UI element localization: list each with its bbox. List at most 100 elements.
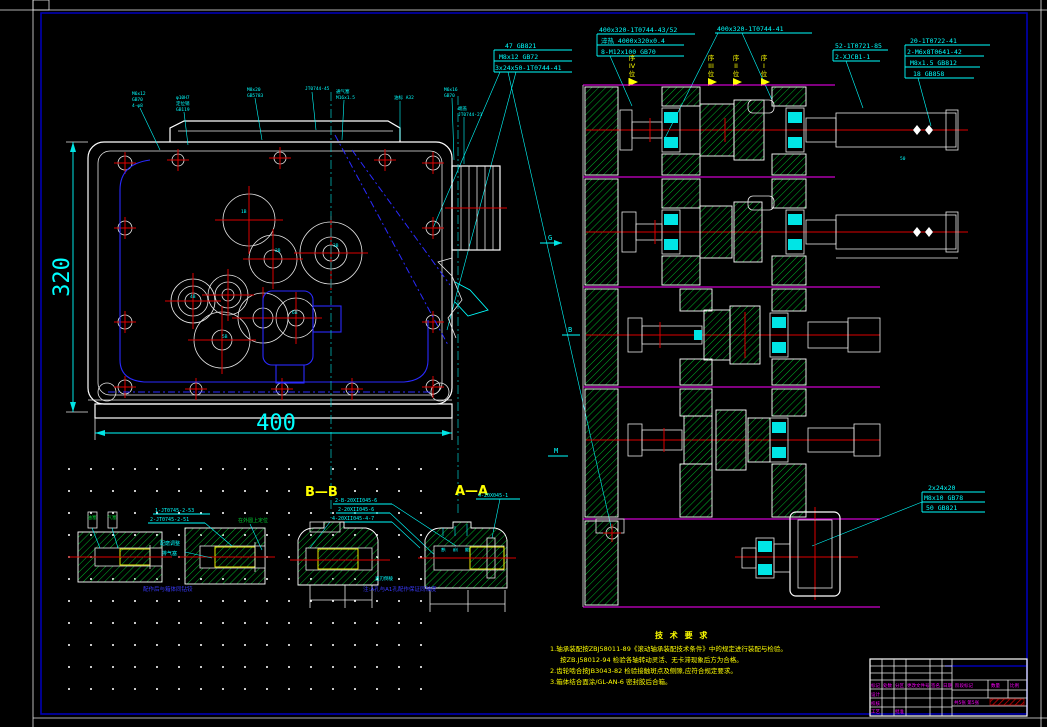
- shaft-band-1: 50: [586, 99, 968, 162]
- shaft-band-3: [586, 305, 881, 365]
- dim-400: 400: [94, 411, 453, 440]
- svg-text:III: III: [708, 62, 714, 70]
- svg-text:2.齿轮啮合按JB3043-82 检验接触斑点及侧隙,应符合: 2.齿轮啮合按JB3043-82 检验接触斑点及侧隙,应符合规定要求。: [550, 666, 737, 675]
- svg-text:400: 400: [256, 411, 296, 436]
- svg-text:M16x1.5: M16x1.5: [336, 95, 355, 101]
- svg-text:M: M: [554, 447, 558, 455]
- gear-circles: [165, 186, 368, 374]
- title-block: 标记 处数 分区 更改文件号 签名 日期 设计 校核 工艺 批准 阶段标记 数量…: [869, 658, 1028, 717]
- marker-III: 序 III 位: [708, 53, 717, 86]
- svg-text:排气塞: 排气塞: [162, 550, 177, 557]
- svg-text:M8x1.5 GB812: M8x1.5 GB812: [910, 59, 957, 67]
- section-view: 50 G B M: [540, 84, 968, 608]
- svg-text:2B: 2B: [275, 248, 281, 254]
- svg-text:φ10H7: φ10H7: [176, 95, 190, 101]
- svg-text:1B: 1B: [241, 209, 247, 215]
- svg-text:M8x10 GB78: M8x10 GB78: [924, 494, 963, 502]
- svg-text:3.箱体结合面涂/GL-AN-6 密封胶后合箱。: 3.箱体结合面涂/GL-AN-6 密封胶后合箱。: [550, 677, 672, 686]
- svg-text:配作后与箱体同钻铰: 配作后与箱体同钻铰: [143, 585, 193, 593]
- svg-text:设计: 设计: [871, 691, 880, 698]
- svg-text:IV: IV: [629, 62, 636, 70]
- svg-text:1-JT0745-2-53: 1-JT0745-2-53: [155, 508, 194, 514]
- svg-text:400x320-1T0744-41: 400x320-1T0744-41: [717, 25, 784, 33]
- svg-text:2-XJCB1-1: 2-XJCB1-1: [835, 53, 870, 61]
- svg-text:20-1T0722-41: 20-1T0722-41: [910, 37, 957, 45]
- inner-wall-blue: [108, 134, 451, 393]
- svg-text:M6x12: M6x12: [132, 91, 146, 97]
- inner-border: [40, 12, 1028, 715]
- revision-hatch-cell: [989, 698, 1025, 706]
- svg-text:5B: 5B: [222, 334, 228, 340]
- svg-text:垫: 垫: [452, 547, 459, 552]
- plan-tiny-labels: M6x12 GB70 4-φ8 φ10H7 定位销 GB119 M8x20 GB…: [132, 86, 483, 164]
- svg-text:弹: 弹: [440, 547, 447, 552]
- svg-text:位: 位: [629, 69, 636, 78]
- svg-text:圈: 圈: [465, 547, 471, 552]
- svg-text:位: 位: [708, 69, 715, 78]
- svg-text:2-JT0745-2-51: 2-JT0745-2-51: [150, 517, 189, 523]
- detail-plug-2: [178, 527, 275, 585]
- svg-text:标记: 标记: [871, 682, 880, 689]
- svg-text:6B: 6B: [292, 310, 298, 316]
- svg-text:比例: 比例: [1010, 682, 1019, 689]
- detail-views: 油塞 气塞 1-JT0745-2-53 2-JT0745-2-51 在外圆上定位…: [68, 484, 520, 612]
- svg-text:I: I: [763, 62, 765, 70]
- section-AA: A—A 4-20X045-1 弹 垫 圈 注:A孔与A1孔配作保证同轴度: [363, 484, 520, 612]
- svg-text:注:A孔与A1孔配作保证同轴度: 注:A孔与A1孔配作保证同轴度: [363, 585, 437, 593]
- technical-notes: 技 术 要 求 1.轴承装配按ZBJ58011-89《滚动轴承装配技术条件》中的…: [550, 630, 787, 686]
- svg-text:50: 50: [900, 156, 906, 162]
- svg-text:工艺: 工艺: [871, 709, 880, 715]
- svg-text:M8x20: M8x20: [247, 87, 261, 93]
- svg-text:处数: 处数: [883, 682, 892, 689]
- shaft-band-5: [595, 507, 858, 600]
- svg-text:II: II: [734, 62, 738, 70]
- svg-text:序: 序: [708, 53, 715, 62]
- cut-letter-marks: G B M: [540, 234, 580, 457]
- svg-text:2x24x20: 2x24x20: [928, 484, 955, 492]
- svg-text:配磨调整: 配磨调整: [160, 540, 180, 547]
- svg-text:位: 位: [761, 69, 768, 78]
- svg-text:油标 A32: 油标 A32: [394, 94, 414, 101]
- svg-text:52-1T0721-85: 52-1T0721-85: [835, 42, 882, 50]
- marker-I: 序 I 位: [761, 53, 770, 86]
- detail-plug-1: [68, 531, 172, 583]
- svg-text:4-20X045-1: 4-20X045-1: [478, 493, 508, 499]
- svg-text:GB70: GB70: [444, 93, 455, 99]
- svg-text:日期: 日期: [943, 683, 952, 689]
- svg-text:400x320-1T0744-43/52: 400x320-1T0744-43/52: [599, 26, 677, 34]
- svg-text:47 GB821: 47 GB821: [505, 42, 536, 50]
- svg-text:油塞: 油塞: [88, 514, 97, 521]
- svg-text:2-B-20XII045-6: 2-B-20XII045-6: [335, 498, 377, 504]
- svg-text:JT0744-45: JT0744-45: [305, 86, 330, 92]
- svg-text:校核: 校核: [871, 700, 880, 707]
- cad-canvas: 47 GB821 M8x12 GB72 3x24x50-1T0744-41 40…: [0, 0, 1047, 727]
- marker-IV: 序 IV 位: [628, 53, 638, 86]
- svg-text:阶段标记: 阶段标记: [955, 682, 973, 689]
- svg-text:2-20XII045-6: 2-20XII045-6: [338, 507, 374, 513]
- svg-text:在外圆上定位: 在外圆上定位: [238, 517, 268, 524]
- svg-text:3x24x50-1T0744-41: 3x24x50-1T0744-41: [495, 64, 562, 72]
- svg-text:B—B: B—B: [305, 485, 338, 500]
- dim-320: 320: [50, 141, 88, 413]
- svg-text:批准: 批准: [895, 708, 904, 715]
- svg-text:G: G: [548, 234, 552, 242]
- title-block-text: 标记 处数 分区 更改文件号 签名 日期 设计 校核 工艺 批准 阶段标记 数量…: [871, 682, 1019, 715]
- svg-text:50 GB821: 50 GB821: [926, 504, 957, 512]
- svg-text:4-φ8: 4-φ8: [132, 103, 143, 109]
- svg-text:技 术 要 求: 技 术 要 求: [655, 630, 709, 640]
- svg-text:气塞: 气塞: [108, 514, 117, 521]
- svg-text:2-M6x8T0641-42: 2-M6x8T0641-42: [907, 48, 962, 56]
- plan-view: 320 400 M6x12 GB70 4-φ8 φ10H7 定位销 GB119 …: [50, 86, 507, 518]
- marker-II: 序 II 位: [733, 53, 742, 86]
- svg-text:GB70: GB70: [132, 97, 143, 103]
- svg-text:淬热 4000x320x0.4: 淬热 4000x320x0.4: [601, 36, 665, 45]
- svg-text:4B: 4B: [190, 294, 196, 300]
- svg-text:端盖: 端盖: [458, 105, 467, 112]
- svg-text:共5张 第5张: 共5张 第5张: [954, 699, 980, 706]
- svg-text:3B: 3B: [333, 243, 339, 249]
- svg-text:JT0744-21: JT0744-21: [458, 112, 483, 118]
- svg-text:序: 序: [761, 53, 768, 62]
- svg-text:4-20XII045-4-7: 4-20XII045-4-7: [332, 516, 374, 522]
- gear-micro-labels: 1B 2B 3B 4B 5B 6B: [190, 209, 339, 340]
- top-label-4: 52-1T0721-85 2-XJCB1-1: [832, 42, 888, 109]
